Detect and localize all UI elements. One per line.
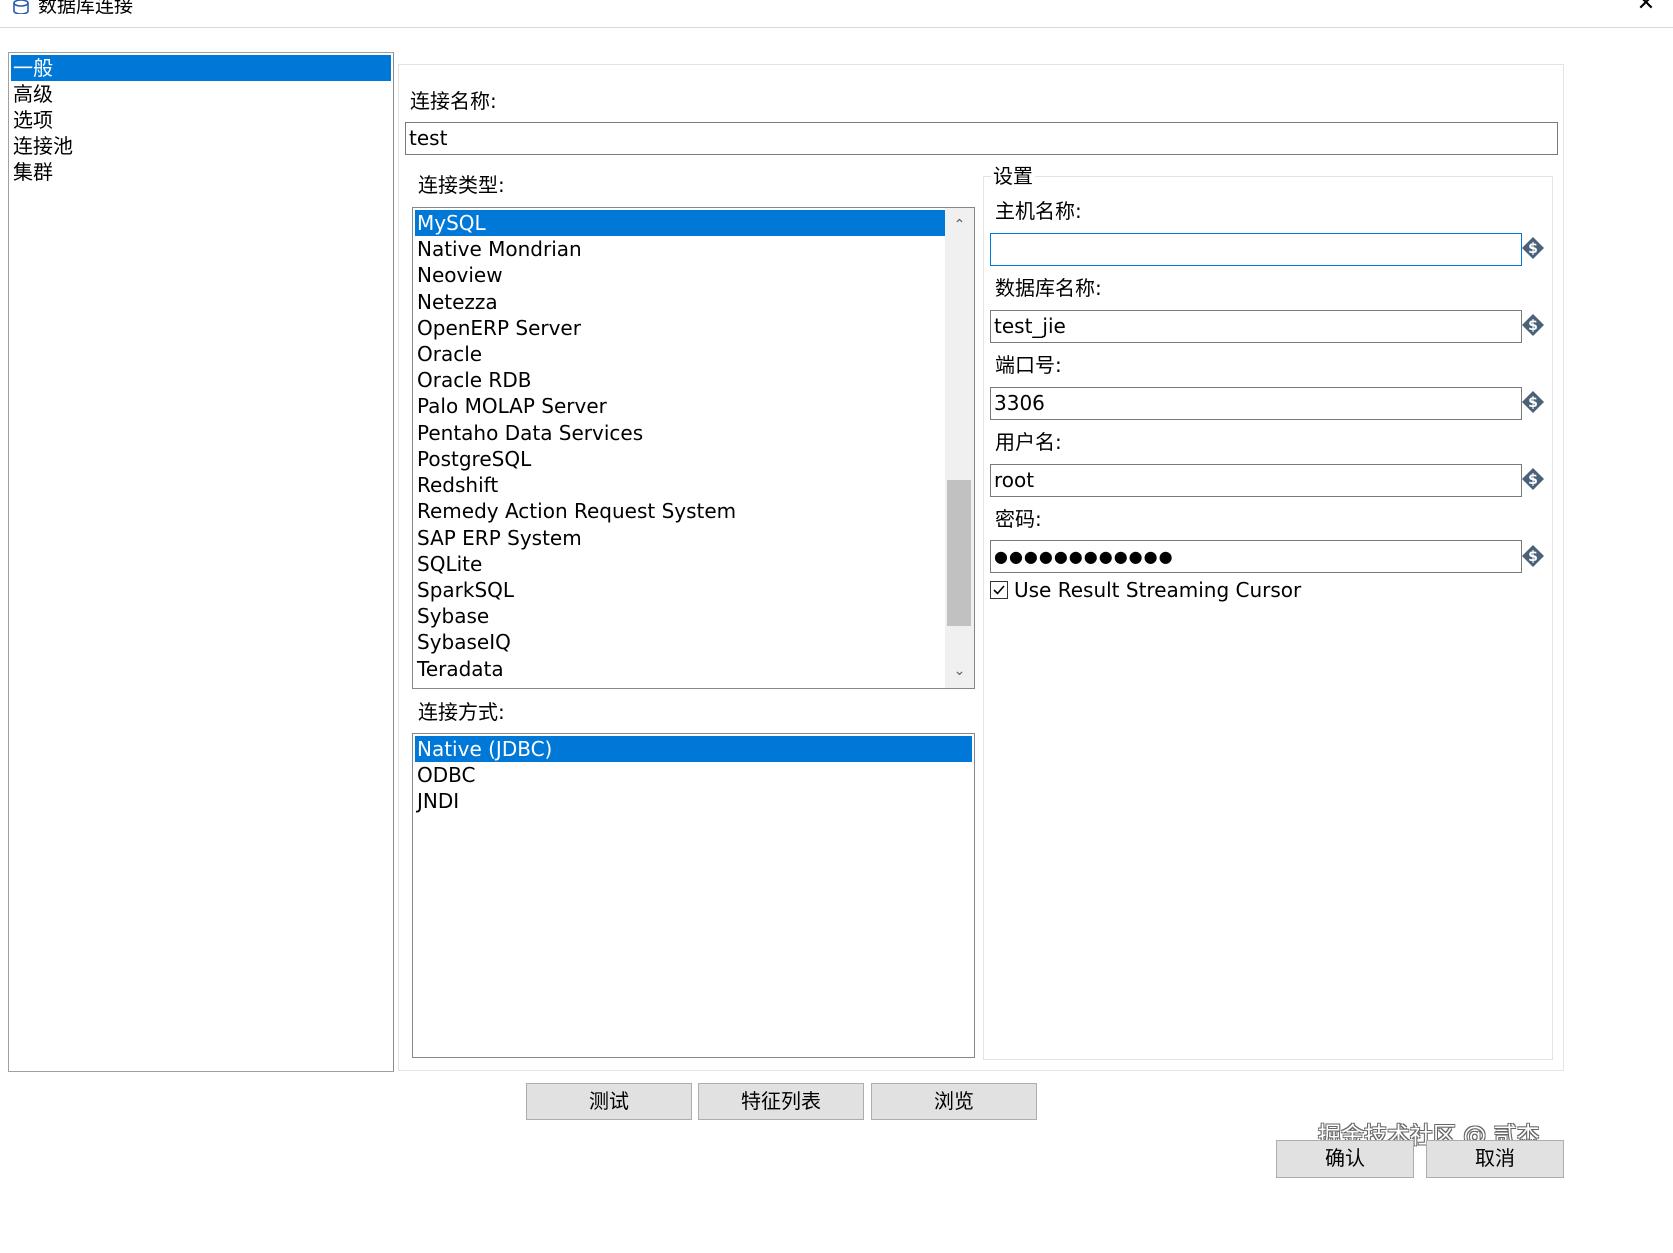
list-item[interactable]: SAP ERP System xyxy=(415,525,582,551)
window-title: 数据库连接 xyxy=(38,0,134,17)
host-name-input[interactable] xyxy=(990,233,1522,266)
category-item-options[interactable]: 选项 xyxy=(11,107,391,133)
connection-name-input[interactable]: test xyxy=(405,122,1558,155)
category-item-clustering[interactable]: 集群 xyxy=(11,159,391,185)
settings-group-label: 设置 xyxy=(991,163,1035,189)
username-label: 用户名: xyxy=(995,430,1062,454)
list-item[interactable]: Neoview xyxy=(415,262,503,288)
category-item-pooling[interactable]: 连接池 xyxy=(11,133,391,159)
list-item[interactable]: SybaseIQ xyxy=(415,629,511,655)
streaming-cursor-checkbox[interactable] xyxy=(990,581,1008,599)
ok-button[interactable]: 确认 xyxy=(1276,1140,1414,1178)
svg-text:$: $ xyxy=(1528,241,1538,257)
access-method-list[interactable]: Native (JDBC) ODBC JNDI xyxy=(412,733,975,1058)
list-item[interactable]: Remedy Action Request System xyxy=(415,498,736,524)
svg-text:$: $ xyxy=(1528,549,1538,565)
checkmark-icon xyxy=(993,585,1005,595)
category-item-general[interactable]: 一般 xyxy=(11,55,391,81)
variable-dollar-icon[interactable]: $ xyxy=(1521,236,1545,260)
password-label: 密码: xyxy=(995,507,1042,531)
svg-text:$: $ xyxy=(1528,395,1538,411)
list-item[interactable]: PostgreSQL xyxy=(415,446,531,472)
svg-text:$: $ xyxy=(1528,472,1538,488)
database-name-label: 数据库名称: xyxy=(995,276,1102,300)
list-item[interactable]: Sybase xyxy=(415,603,489,629)
settings-group xyxy=(983,176,1553,1060)
access-method-label: 连接方式: xyxy=(418,700,505,724)
cancel-button[interactable]: 取消 xyxy=(1426,1140,1564,1178)
list-item[interactable]: Oracle xyxy=(415,341,482,367)
list-item[interactable]: OpenERP Server xyxy=(415,315,581,341)
test-button[interactable]: 测试 xyxy=(526,1083,692,1120)
list-item[interactable]: Palo MOLAP Server xyxy=(415,393,607,419)
port-input[interactable]: 3306 xyxy=(990,387,1522,420)
list-item[interactable]: Netezza xyxy=(415,289,498,315)
connection-type-label: 连接类型: xyxy=(418,173,505,197)
list-item[interactable]: Redshift xyxy=(415,472,498,498)
scroll-thumb[interactable] xyxy=(947,480,971,626)
list-item[interactable]: SparkSQL xyxy=(415,577,514,603)
list-item[interactable]: MySQL xyxy=(415,210,945,236)
category-item-advanced[interactable]: 高级 xyxy=(11,81,391,107)
feature-list-button[interactable]: 特征列表 xyxy=(698,1083,864,1120)
scroll-up-icon[interactable]: ⌃ xyxy=(945,210,974,240)
password-input[interactable]: ●●●●●●●●●●●● xyxy=(990,540,1522,573)
list-item[interactable]: Native (JDBC) xyxy=(415,736,972,762)
list-item[interactable]: Teradata xyxy=(415,656,504,682)
port-label: 端口号: xyxy=(995,353,1062,377)
database-icon xyxy=(13,0,29,14)
title-bar: 数据库连接 ✕ xyxy=(0,0,1673,28)
variable-dollar-icon[interactable]: $ xyxy=(1521,467,1545,491)
close-button[interactable]: ✕ xyxy=(1634,0,1658,16)
connection-type-list[interactable]: MySQL Native Mondrian Neoview Netezza Op… xyxy=(412,207,975,689)
list-item[interactable]: Pentaho Data Services xyxy=(415,420,643,446)
category-list: 一般 高级 选项 连接池 集群 xyxy=(8,52,394,1072)
streaming-cursor-label[interactable]: Use Result Streaming Cursor xyxy=(1014,577,1301,603)
variable-dollar-icon[interactable]: $ xyxy=(1521,544,1545,568)
list-item[interactable]: Oracle RDB xyxy=(415,367,531,393)
database-name-input[interactable]: test_jie xyxy=(990,310,1522,343)
variable-dollar-icon[interactable]: $ xyxy=(1521,313,1545,337)
list-item[interactable]: ODBC xyxy=(415,762,475,788)
list-item[interactable]: JNDI xyxy=(415,788,459,814)
host-name-label: 主机名称: xyxy=(995,199,1082,223)
username-input[interactable]: root xyxy=(990,464,1522,497)
scroll-down-icon[interactable]: ⌄ xyxy=(945,656,974,686)
list-item[interactable]: Native Mondrian xyxy=(415,236,582,262)
variable-dollar-icon[interactable]: $ xyxy=(1521,390,1545,414)
explore-button[interactable]: 浏览 xyxy=(871,1083,1037,1120)
connection-type-scrollbar[interactable]: ⌃ ⌄ xyxy=(945,208,974,688)
connection-name-label: 连接名称: xyxy=(410,89,497,113)
list-item[interactable]: SQLite xyxy=(415,551,482,577)
svg-text:$: $ xyxy=(1528,318,1538,334)
